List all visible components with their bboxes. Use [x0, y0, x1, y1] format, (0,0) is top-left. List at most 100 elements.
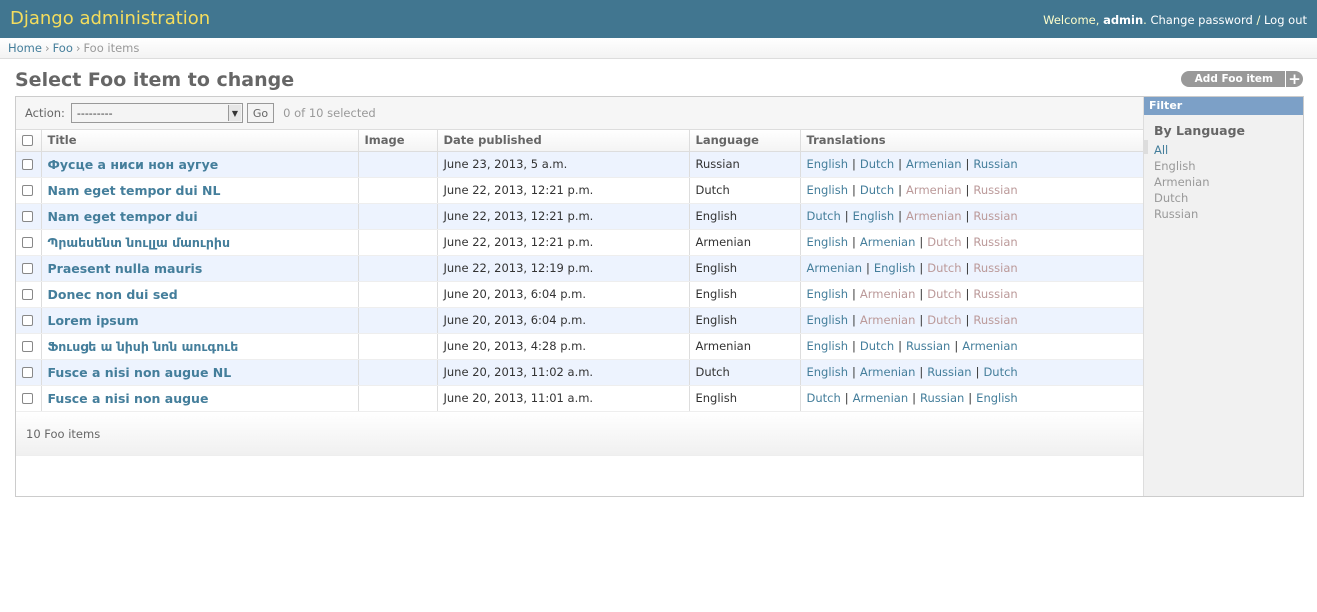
translation-link[interactable]: Armenian: [906, 157, 962, 171]
column-header-translations[interactable]: Translations: [800, 130, 1143, 152]
title-link[interactable]: Nam eget tempor dui NL: [48, 183, 221, 198]
column-header-image[interactable]: Image: [358, 130, 438, 152]
filter-link[interactable]: All: [1154, 143, 1168, 157]
translation-link[interactable]: Armenian: [860, 365, 916, 379]
title-link[interactable]: Praesent nulla mauris: [48, 261, 203, 276]
title-link[interactable]: Фусце а ниси нон аугуе: [48, 157, 219, 172]
translation-link[interactable]: Armenian: [906, 209, 962, 223]
translation-separator: |: [919, 235, 924, 249]
title-cell: Nam eget tempor dui NL: [41, 177, 359, 204]
welcome-text: Welcome,: [1043, 13, 1100, 27]
column-header-date[interactable]: Date published: [437, 130, 690, 152]
translation-link[interactable]: Russian: [973, 313, 1017, 327]
translation-link[interactable]: Russian: [973, 157, 1017, 171]
translation-link[interactable]: Russian: [906, 339, 950, 353]
translation-link[interactable]: English: [807, 365, 849, 379]
translation-link[interactable]: English: [853, 209, 895, 223]
row-checkbox[interactable]: [22, 263, 33, 274]
translation-link[interactable]: Russian: [973, 209, 1017, 223]
site-name[interactable]: Django administration: [10, 8, 210, 29]
plus-icon[interactable]: +: [1286, 71, 1303, 87]
translation-link[interactable]: Russian: [920, 391, 964, 405]
translation-link[interactable]: English: [807, 339, 849, 353]
translation-link[interactable]: Armenian: [853, 391, 909, 405]
translation-link[interactable]: Dutch: [927, 235, 961, 249]
translation-link[interactable]: English: [807, 313, 849, 327]
translation-link[interactable]: Russian: [973, 287, 1017, 301]
translation-link[interactable]: Dutch: [807, 209, 841, 223]
row-select-cell: [16, 151, 42, 178]
filter-option: Armenian: [1154, 174, 1303, 190]
filter-link[interactable]: Russian: [1154, 207, 1198, 221]
breadcrumb-app[interactable]: Foo: [53, 41, 73, 55]
username: admin: [1103, 13, 1144, 27]
translation-link[interactable]: Russian: [973, 183, 1017, 197]
row-checkbox[interactable]: [22, 341, 33, 352]
row-checkbox[interactable]: [22, 211, 33, 222]
title-cell: Պրաեսենտ նուլլա մաուրիս: [41, 229, 359, 256]
title-cell: Ֆուսցե ա նիսի նոն աուգուե: [41, 333, 359, 360]
row-checkbox[interactable]: [22, 159, 33, 170]
change-password-link[interactable]: Change password: [1150, 13, 1252, 27]
title-link[interactable]: Lorem ipsum: [48, 313, 139, 328]
title-link[interactable]: Ֆուսցե ա նիսի նոն աուգուե: [48, 339, 239, 354]
translation-link[interactable]: Russian: [973, 261, 1017, 275]
object-tools: Add Foo item +: [1180, 71, 1303, 87]
filter-link[interactable]: Armenian: [1154, 175, 1210, 189]
translation-link[interactable]: English: [807, 235, 849, 249]
translation-link[interactable]: Armenian: [860, 287, 916, 301]
row-select-cell: [16, 203, 42, 230]
go-button[interactable]: Go: [246, 103, 275, 123]
translation-link[interactable]: Dutch: [927, 313, 961, 327]
filter-link[interactable]: Dutch: [1154, 191, 1188, 205]
translation-link[interactable]: English: [807, 157, 849, 171]
translation-link[interactable]: Dutch: [860, 183, 894, 197]
translation-link[interactable]: Armenian: [860, 313, 916, 327]
translation-link[interactable]: Dutch: [983, 365, 1017, 379]
row-checkbox[interactable]: [22, 393, 33, 404]
title-link[interactable]: Nam eget tempor dui: [48, 209, 198, 224]
results-body: Фусце а ниси нон аугуе June 23, 2013, 5 a…: [16, 151, 1143, 412]
title-link[interactable]: Պրաեսենտ նուլլա մաուրիս: [48, 235, 231, 250]
translation-link[interactable]: Russian: [973, 235, 1017, 249]
logout-link[interactable]: Log out: [1264, 13, 1307, 27]
column-header-title[interactable]: Title: [41, 130, 359, 152]
row-checkbox[interactable]: [22, 315, 33, 326]
row-checkbox[interactable]: [22, 367, 33, 378]
title-link[interactable]: Donec non dui sed: [48, 287, 178, 302]
translation-link[interactable]: Dutch: [927, 261, 961, 275]
translation-link[interactable]: Armenian: [962, 339, 1018, 353]
column-header-language[interactable]: Language: [689, 130, 801, 152]
chevron-down-icon[interactable]: ▼: [227, 105, 241, 121]
translation-link[interactable]: English: [807, 287, 849, 301]
translation-link[interactable]: English: [976, 391, 1018, 405]
title-link[interactable]: Fusce a nisi non augue NL: [48, 365, 232, 380]
table-row: Lorem ipsum June 20, 2013, 6:04 p.m. Engli…: [16, 307, 1143, 334]
translation-link[interactable]: Dutch: [860, 157, 894, 171]
date-cell: June 20, 2013, 4:28 p.m.: [437, 333, 690, 360]
translation-link[interactable]: Dutch: [927, 287, 961, 301]
translation-link[interactable]: Russian: [927, 365, 971, 379]
row-select-cell: [16, 333, 42, 360]
translation-link[interactable]: Armenian: [906, 183, 962, 197]
translation-link[interactable]: English: [807, 183, 849, 197]
filter-link[interactable]: English: [1154, 159, 1196, 173]
changelist-main: Action: --------- ▼ Go 0 of 10 selected …: [16, 97, 1143, 496]
add-foo-item-button[interactable]: Add Foo item: [1180, 71, 1285, 87]
title-link[interactable]: Fusce a nisi non augue: [48, 391, 209, 406]
row-checkbox[interactable]: [22, 185, 33, 196]
select-all-checkbox[interactable]: [22, 135, 33, 147]
translation-link[interactable]: Dutch: [860, 339, 894, 353]
action-select[interactable]: --------- ▼: [70, 103, 243, 123]
breadcrumb-home[interactable]: Home: [8, 41, 42, 55]
row-checkbox[interactable]: [22, 237, 33, 248]
translation-link[interactable]: English: [874, 261, 916, 275]
translation-link[interactable]: Armenian: [860, 235, 916, 249]
translation-link[interactable]: Dutch: [807, 391, 841, 405]
translation-link[interactable]: Armenian: [807, 261, 863, 275]
filter-title: Filter: [1144, 97, 1303, 115]
row-checkbox[interactable]: [22, 289, 33, 300]
action-counter: 0 of 10 selected: [283, 106, 376, 120]
translations-cell: Dutch | English | Armenian | Russian: [800, 203, 1143, 230]
language-cell: Armenian: [689, 229, 801, 256]
